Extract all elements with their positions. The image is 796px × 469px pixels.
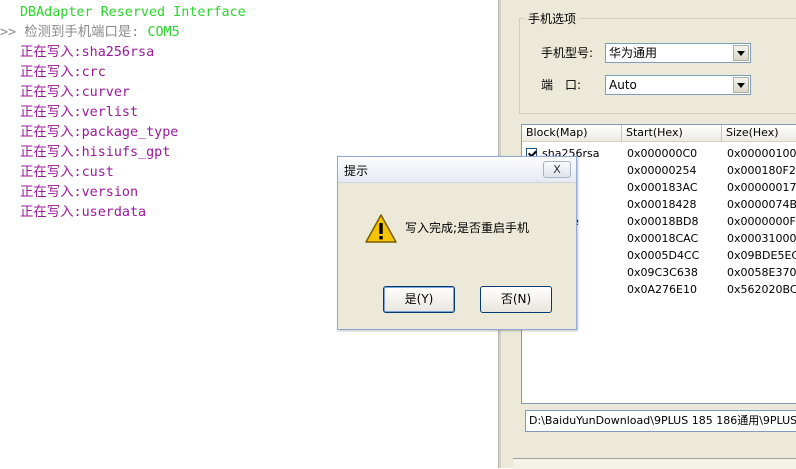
dialog-message: 写入完成;是否重启手机 [405,221,530,235]
port-select[interactable]: Auto [605,75,751,95]
log-detect-line: >> 检测到手机端口是: COM5 [0,23,180,43]
log-write-item: cust [81,165,114,180]
col-header-start[interactable]: Start(Hex) [622,125,722,142]
cell-size: 0x562020BC [727,283,796,296]
log-write-item: curver [81,85,130,100]
log-prompt: >> [0,25,17,40]
dialog-title: 提示 [344,164,369,178]
log-write-prefix: 正在写入: [20,65,82,80]
port-select-value: Auto [609,78,637,92]
log-write-prefix: 正在写入: [20,45,82,60]
model-select[interactable]: 华为通用 [605,43,751,63]
chevron-down-icon[interactable] [733,45,749,61]
phone-options-group [519,18,796,114]
col-header-block[interactable]: Block(Map) [522,125,622,142]
no-button[interactable]: 否(N) [480,286,552,313]
port-label: 端 口: [541,78,582,92]
log-write-prefix: 正在写入: [20,85,82,100]
log-write-prefix: 正在写入: [20,165,82,180]
log-write-item: package_type [81,125,179,140]
log-write-prefix: 正在写入: [20,125,82,140]
cell-start: 0x00000254 [627,164,697,177]
cell-start: 0x0A276E10 [627,283,697,296]
cell-size: 0x000180F2 [727,164,796,177]
log-write-line: 正在写入:sha256rsa [20,43,154,63]
cell-size: 0x0058E370 [727,266,796,279]
cell-size: 0x00031000 [727,232,796,245]
log-write-line: 正在写入:hisiufs_gpt [20,143,170,163]
warning-icon [365,214,397,243]
chevron-down-icon[interactable] [733,77,749,93]
cell-size: 0x09BDE5EC [727,249,796,262]
dialog-titlebar: 提示 X [338,157,576,183]
cell-size: 0x0000074B [727,198,796,211]
log-write-line: 正在写入:version [20,183,138,203]
log-write-item: sha256rsa [81,45,155,60]
log-write-item: crc [81,65,106,80]
image-path-field[interactable]: D:\BaiduYunDownload\9PLUS 185 186通用\9PLU… [525,410,796,432]
model-label: 手机型号: [541,46,594,60]
log-write-line: 正在写入:curver [20,83,130,103]
log-header: DBAdapter Reserved Interface [20,5,246,20]
cell-start: 0x00018CAC [627,232,699,245]
phone-options-title: 手机选项 [525,10,580,27]
cell-start: 0x000000C0 [627,147,698,160]
log-write-line: 正在写入:cust [20,163,114,183]
log-detect-label: 检测到手机端口是: [24,25,148,40]
log-write-line: 正在写入:package_type [20,123,178,143]
log-write-item: version [81,185,139,200]
log-write-line: 正在写入:userdata [20,203,146,223]
bottom-bar [513,458,796,469]
log-write-line: 正在写入:verlist [20,103,138,123]
cell-start: 0x000183AC [627,181,698,194]
log-write-item: verlist [81,105,139,120]
confirm-dialog: 提示 X 写入完成;是否重启手机 是(Y) 否(N) [337,156,577,330]
cell-size: 0x00000100 [727,147,796,160]
cell-start: 0x00018428 [627,198,697,211]
model-select-value: 华为通用 [609,46,658,60]
log-write-prefix: 正在写入: [20,205,82,220]
yes-button[interactable]: 是(Y) [383,286,455,313]
log-detect-port: COM5 [147,25,180,40]
cell-start: 0x0005D4CC [627,249,700,262]
cell-size: 0x00000017 [727,181,796,194]
log-write-prefix: 正在写入: [20,185,82,200]
cell-start: 0x00018BD8 [627,215,699,228]
log-write-item: userdata [81,205,147,220]
log-write-line: 正在写入:crc [20,63,106,83]
cell-start: 0x09C3C638 [627,266,698,279]
log-write-item: hisiufs_gpt [81,145,171,160]
close-icon[interactable]: X [543,161,571,178]
log-write-prefix: 正在写入: [20,145,82,160]
cell-size: 0x0000000F [727,215,796,228]
log-write-prefix: 正在写入: [20,105,82,120]
col-header-size[interactable]: Size(Hex) [722,125,796,142]
